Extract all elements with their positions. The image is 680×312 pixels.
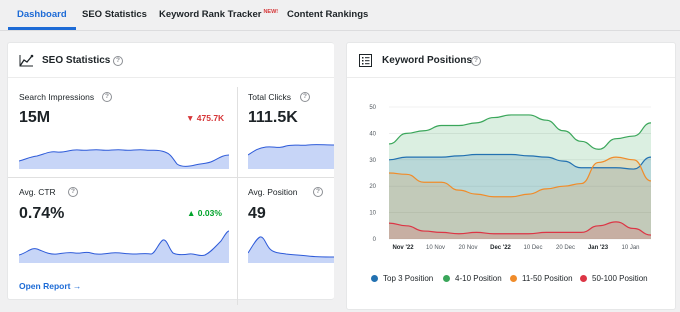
search-impressions-change: ▼ 475.7K — [186, 113, 224, 123]
tab-seo-statistics[interactable]: SEO Statistics — [82, 0, 147, 29]
total-clicks-sparkline — [248, 144, 334, 169]
tab-content-rankings[interactable]: Content Rankings — [287, 0, 368, 29]
search-impressions-value: 15M — [19, 109, 51, 126]
search-impressions-sparkline — [19, 149, 229, 169]
open-report-link[interactable]: Open Report → — [19, 281, 81, 291]
avg-position-label: Avg. Position — [248, 187, 298, 197]
tab-dashboard-label: Dashboard — [17, 9, 67, 20]
question-circle-icon[interactable]: ? — [300, 92, 310, 102]
legend-top3[interactable]: Top 3 Position — [371, 274, 433, 283]
legend-dot — [510, 275, 517, 282]
x-tick-label: Jan '23 — [588, 245, 609, 251]
total-clicks-value: 111.5K — [248, 109, 298, 126]
y-tick-label: 50 — [369, 105, 376, 111]
legend-50-100[interactable]: 50-100 Position — [580, 274, 648, 283]
trend-chart-icon — [19, 54, 34, 67]
new-badge: NEW! — [263, 9, 279, 15]
x-tick-label: 10 Jan — [621, 245, 639, 251]
legend-11-50-label: 11-50 Position — [522, 274, 573, 283]
y-tick-label: 30 — [369, 158, 376, 164]
legend-11-50[interactable]: 11-50 Position — [510, 274, 573, 283]
arrow-up-icon: ▲ — [187, 208, 198, 218]
avg-position-value: 49 — [248, 205, 266, 222]
avg-ctr-change: ▲ 0.03% — [187, 208, 222, 218]
metric-divider — [8, 177, 334, 178]
legend-4-10-label: 4-10 Position — [455, 274, 502, 283]
tab-dashboard[interactable]: Dashboard — [8, 0, 76, 30]
x-tick-label: Nov '22 — [392, 245, 414, 251]
x-tick-label: 10 Nov — [426, 245, 445, 251]
question-circle-icon[interactable]: ? — [68, 187, 78, 197]
avg-ctr-sparkline — [19, 230, 229, 263]
x-tick-label: 10 Dec — [523, 245, 542, 251]
legend-top3-label: Top 3 Position — [383, 274, 434, 283]
legend-50-100-label: 50-100 Position — [592, 274, 648, 283]
keyword-positions-card: Keyword Positions ? 50 40 30 20 10 0 Nov '22 10… — [346, 42, 676, 310]
nav-tabs: Dashboard SEO Statistics Keyword Rank Tr… — [0, 0, 680, 31]
x-tick-label: 20 Nov — [458, 245, 477, 251]
avg-ctr-change-value: 0.03% — [197, 208, 222, 218]
x-tick-label: 20 Dec — [556, 245, 575, 251]
legend-4-10[interactable]: 4-10 Position — [443, 274, 502, 283]
y-tick-label: 10 — [369, 211, 376, 217]
seo-statistics-card: SEO Statistics ? Search Impressions ? 15… — [7, 42, 334, 305]
tab-content-rankings-label: Content Rankings — [287, 9, 369, 20]
search-impressions-label: Search Impressions — [19, 92, 95, 102]
avg-position-sparkline — [248, 236, 334, 263]
y-tick-label: 20 — [369, 184, 376, 190]
keyword-positions-chart: 50 40 30 20 10 0 Nov '22 10 Nov 20 Nov Dec '22 10 … — [369, 105, 652, 251]
tab-seo-statistics-label: SEO Statistics — [82, 9, 147, 20]
legend-dot — [580, 275, 587, 282]
kw-card-header: Keyword Positions ? — [347, 43, 675, 78]
legend-dot — [443, 275, 450, 282]
question-circle-icon[interactable]: ? — [113, 56, 123, 66]
tab-keyword-rank-tracker[interactable]: Keyword Rank Tracker NEW! — [159, 0, 278, 29]
search-impressions-change-value: 475.7K — [196, 113, 225, 123]
question-circle-icon[interactable]: ? — [471, 56, 481, 66]
total-clicks-label: Total Clicks — [248, 92, 291, 102]
y-tick-label: 0 — [373, 237, 377, 243]
kw-card-title: Keyword Positions — [382, 55, 473, 66]
seo-card-title: SEO Statistics — [42, 55, 111, 66]
avg-ctr-label: Avg. CTR — [19, 187, 56, 197]
legend-dot — [371, 275, 378, 282]
list-icon — [359, 54, 372, 67]
x-tick-label: Dec '22 — [490, 245, 511, 251]
tab-keyword-rank-tracker-label: Keyword Rank Tracker — [159, 9, 262, 20]
avg-ctr-value: 0.74% — [19, 205, 65, 222]
question-circle-icon[interactable]: ? — [102, 92, 112, 102]
arrow-down-icon: ▼ — [186, 113, 197, 123]
y-tick-label: 40 — [369, 131, 376, 137]
metric-divider — [237, 87, 238, 305]
question-circle-icon[interactable]: ? — [313, 187, 323, 197]
seo-card-header: SEO Statistics ? — [8, 43, 334, 78]
